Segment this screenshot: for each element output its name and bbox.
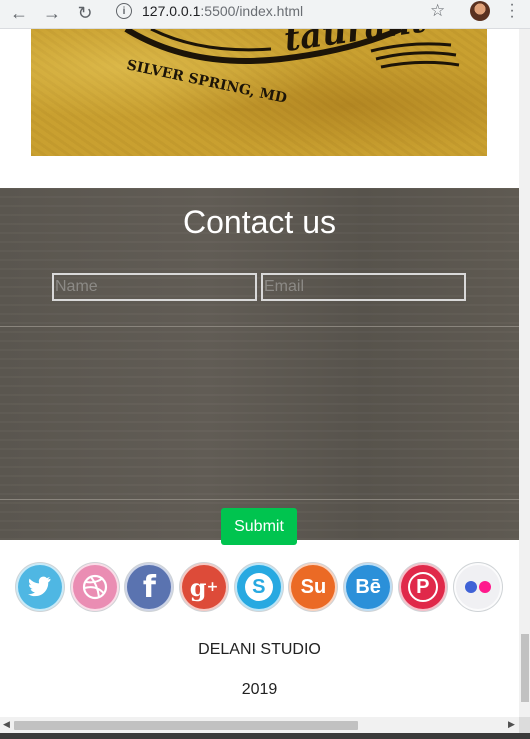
profile-avatar[interactable] — [470, 1, 490, 21]
reload-icon[interactable]: ↻ — [74, 2, 96, 24]
footer-studio-name: DELANI STUDIO — [198, 641, 321, 658]
message-area-bottom-border — [0, 499, 519, 500]
stumbleupon-icon[interactable]: Su — [289, 563, 338, 611]
info-icon[interactable]: i — [116, 3, 132, 19]
dribbble-icon[interactable] — [70, 563, 119, 611]
skype-icon[interactable]: S — [234, 563, 283, 611]
logo-location-text: SILVER SPRING, MD — [125, 57, 288, 107]
vertical-scroll-thumb[interactable] — [521, 634, 529, 702]
contact-title: Contact us — [183, 204, 336, 240]
social-icons-row: f g + S Su Bē P — [16, 563, 508, 611]
scroll-right-arrow-icon[interactable]: ▶ — [508, 719, 515, 730]
url-host: 127.0.0.1 — [142, 3, 201, 19]
kebab-menu-icon[interactable]: · · · — [506, 0, 518, 25]
scroll-left-arrow-icon[interactable]: ◀ — [3, 719, 10, 730]
twitter-icon[interactable] — [16, 563, 64, 611]
address-bar[interactable]: i 127.0.0.1:5500/index.html — [108, 0, 458, 22]
star-icon[interactable]: ☆ — [430, 1, 445, 21]
arrow-right-icon[interactable]: → — [41, 2, 63, 24]
footer-year: 2019 — [241, 681, 278, 698]
browser-toolbar: ← → ↻ i 127.0.0.1:5500/index.html ☆ · · · — [0, 0, 530, 29]
submit-button[interactable]: Submit — [221, 508, 297, 545]
name-field[interactable] — [52, 273, 257, 301]
vertical-scrollbar[interactable] — [519, 29, 530, 717]
desktop-taskbar-edge — [0, 733, 530, 739]
page-viewport: taurant SILVER SPRING, MD Contact us Sub… — [0, 29, 519, 717]
url-path: :5500/index.html — [200, 3, 304, 19]
horizontal-scroll-thumb[interactable] — [14, 721, 358, 730]
arrow-left-icon[interactable]: ← — [8, 2, 30, 24]
message-area-top-border — [0, 326, 519, 327]
scrollbar-corner — [519, 717, 530, 733]
facebook-icon[interactable]: f — [125, 563, 174, 611]
pinterest-icon[interactable]: P — [398, 563, 447, 611]
behance-icon[interactable]: Bē — [344, 563, 393, 611]
restaurant-logo-image: taurant SILVER SPRING, MD — [31, 29, 487, 156]
flickr-icon[interactable] — [453, 563, 502, 611]
contact-section: Contact us Submit — [0, 188, 519, 545]
email-field[interactable] — [261, 273, 466, 301]
google-plus-icon[interactable]: g + — [180, 563, 229, 611]
